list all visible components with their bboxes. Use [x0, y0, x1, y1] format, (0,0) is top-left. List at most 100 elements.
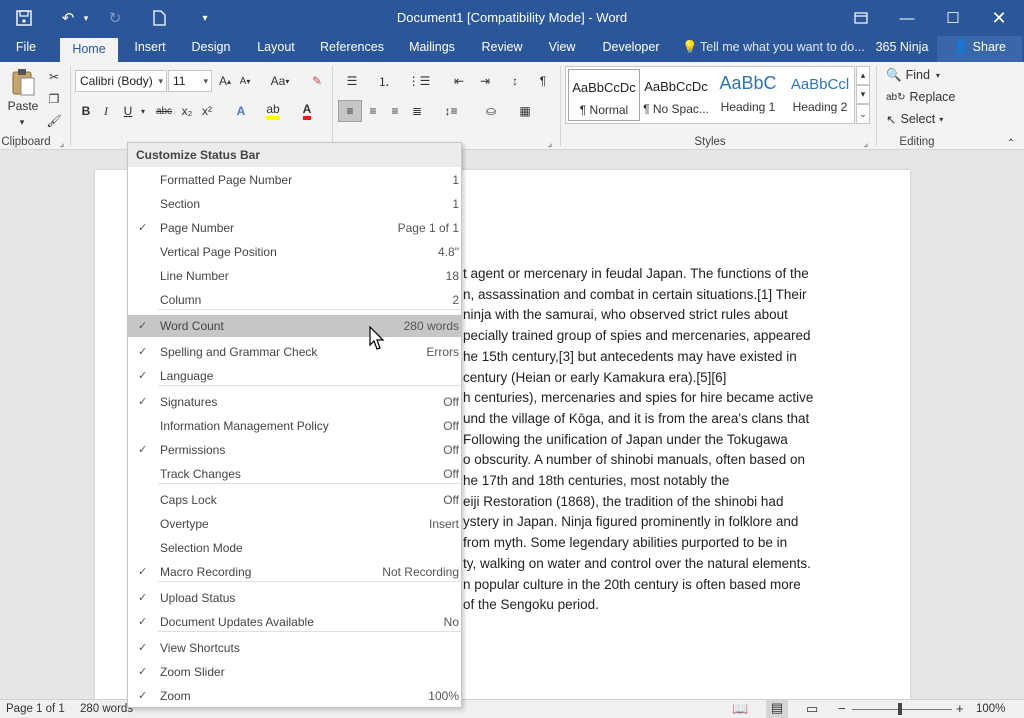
underline-button[interactable]: U	[120, 100, 136, 122]
subscript-button[interactable]: x₂	[178, 100, 196, 122]
menu-item-information-management-policy[interactable]: Information Management Policy Off	[128, 415, 461, 437]
menu-item-overtype[interactable]: Overtype Insert	[128, 513, 461, 535]
collapse-ribbon-icon[interactable]: ⌃	[1004, 136, 1018, 150]
tab-references[interactable]: References	[318, 36, 386, 62]
change-case-button[interactable]: Aa ▾	[264, 70, 296, 92]
menu-item-document-updates-available[interactable]: ✓ Document Updates Available No	[128, 611, 461, 633]
minimize-icon[interactable]: —	[884, 0, 930, 36]
tab-insert[interactable]: Insert	[126, 36, 174, 62]
tab-home[interactable]: Home	[60, 38, 118, 62]
tab-mailings[interactable]: Mailings	[402, 36, 462, 62]
justify-icon[interactable]: ≣	[406, 100, 428, 122]
document-line: century (Heian or early Kamakura era).[5…	[463, 369, 727, 385]
zoom-slider-track[interactable]	[852, 709, 952, 710]
tab-view[interactable]: View	[542, 36, 582, 62]
increase-indent-icon[interactable]: ⇥	[474, 70, 496, 92]
bold-button[interactable]: B	[78, 100, 94, 122]
borders-icon[interactable]: ▦	[512, 100, 538, 122]
print-layout-icon[interactable]: ▤	[766, 700, 788, 718]
menu-item-view-shortcuts[interactable]: ✓ View Shortcuts	[128, 637, 461, 659]
menu-item-column[interactable]: Column 2	[128, 289, 461, 311]
font-size-combo[interactable]: 11 ▾	[168, 70, 212, 92]
menu-item-signatures[interactable]: ✓ Signatures Off	[128, 391, 461, 413]
style-heading-2[interactable]: AaBbCcl Heading 2	[784, 69, 856, 121]
style-heading-1[interactable]: AaBbC Heading 1	[712, 69, 784, 121]
clear-formatting-icon[interactable]: ✎	[306, 70, 328, 92]
status-word-count[interactable]: 280 words	[80, 703, 133, 715]
grow-font-icon[interactable]: A ▴	[216, 70, 234, 92]
select-button[interactable]: ↖ Select ▾	[886, 108, 943, 130]
find-button[interactable]: 🔍 Find ▾	[886, 64, 940, 86]
zoom-percentage[interactable]: 100%	[976, 703, 1005, 715]
strikethrough-button[interactable]: abc	[152, 100, 176, 122]
styles-more-icon[interactable]: ⌄	[856, 104, 870, 124]
menu-item-spelling-and-grammar-check[interactable]: ✓ Spelling and Grammar Check Errors	[128, 341, 461, 363]
zoom-in-icon[interactable]: +	[956, 701, 964, 716]
menu-item-vertical-page-position[interactable]: Vertical Page Position 4.8"	[128, 241, 461, 263]
menu-item-section[interactable]: Section 1	[128, 193, 461, 215]
share-button[interactable]: 👤 Share	[937, 36, 1022, 62]
styles-launcher-icon[interactable]: ⌟	[860, 136, 872, 150]
font-color-icon[interactable]: A	[296, 100, 318, 122]
decrease-indent-icon[interactable]: ⇤	[448, 70, 470, 92]
paste-icon[interactable]	[6, 66, 40, 100]
italic-button[interactable]: I	[98, 100, 114, 122]
menu-item-word-count[interactable]: ✓ Word Count 280 words	[128, 315, 461, 337]
line-spacing-icon[interactable]: ↕≡	[438, 100, 464, 122]
font-name-combo[interactable]: Calibri (Body) ▾	[75, 70, 167, 92]
close-icon[interactable]: ✕	[976, 0, 1022, 36]
menu-item-formatted-page-number[interactable]: Formatted Page Number 1	[128, 169, 461, 191]
ribbon-display-options-icon[interactable]	[838, 0, 884, 36]
paste-button[interactable]: Paste	[4, 98, 42, 114]
sort-icon[interactable]: ↕	[504, 70, 526, 92]
tab-layout[interactable]: Layout	[250, 36, 302, 62]
superscript-button[interactable]: x²	[198, 100, 216, 122]
maximize-icon[interactable]: ☐	[930, 0, 976, 36]
tab-design[interactable]: Design	[186, 36, 236, 62]
show-formatting-icon[interactable]: ¶	[532, 70, 554, 92]
copy-icon[interactable]: ❐	[44, 88, 64, 110]
menu-item-zoom[interactable]: ✓ Zoom 100%	[128, 685, 461, 707]
align-left-icon[interactable]: ≡	[338, 100, 362, 122]
numbering-icon[interactable]: ⒈	[372, 70, 396, 92]
highlight-icon[interactable]: ab	[262, 100, 284, 122]
zoom-slider-thumb[interactable]	[898, 703, 902, 715]
format-painter-icon[interactable]: 🖌	[44, 110, 64, 132]
styles-scroll-down-icon[interactable]: ▾	[856, 85, 870, 104]
clipboard-launcher-icon[interactable]: ⌟	[56, 136, 68, 150]
menu-item-zoom-slider[interactable]: ✓ Zoom Slider	[128, 661, 461, 683]
shading-icon[interactable]: ⛀	[478, 100, 504, 122]
bullets-icon[interactable]: ☰	[340, 70, 364, 92]
status-page-number[interactable]: Page 1 of 1	[6, 703, 65, 715]
menu-item-language[interactable]: ✓ Language	[128, 365, 461, 387]
underline-dropdown-icon[interactable]: ▾	[138, 100, 148, 122]
multilevel-list-icon[interactable]: ⋮☰	[406, 70, 432, 92]
zoom-out-icon[interactable]: −	[838, 701, 846, 716]
align-center-icon[interactable]: ≡	[362, 100, 384, 122]
menu-item-macro-recording[interactable]: ✓ Macro Recording Not Recording	[128, 561, 461, 583]
style-normal[interactable]: AaBbCcDc ¶ Normal	[568, 69, 640, 121]
menu-item-permissions[interactable]: ✓ Permissions Off	[128, 439, 461, 461]
tell-me-search[interactable]: Tell me what you want to do...	[700, 36, 866, 62]
tab-review[interactable]: Review	[476, 36, 528, 62]
menu-item-track-changes[interactable]: Track Changes Off	[128, 463, 461, 485]
styles-scroll-up-icon[interactable]: ▴	[856, 66, 870, 85]
menu-item-selection-mode[interactable]: Selection Mode	[128, 537, 461, 559]
style-no-spacing[interactable]: AaBbCcDc ¶ No Spac...	[640, 69, 712, 121]
paragraph-launcher-icon[interactable]: ⌟	[544, 136, 556, 150]
tab-file[interactable]: File	[4, 36, 48, 62]
account-name[interactable]: 365 Ninja	[872, 36, 932, 62]
menu-item-page-number[interactable]: ✓ Page Number Page 1 of 1	[128, 217, 461, 239]
text-effects-icon[interactable]: A	[230, 100, 252, 122]
cut-icon[interactable]: ✂	[44, 66, 64, 88]
paste-dropdown-icon[interactable]: ▾	[14, 116, 30, 128]
menu-item-line-number[interactable]: Line Number 18	[128, 265, 461, 287]
tab-developer[interactable]: Developer	[596, 36, 666, 62]
menu-item-caps-lock[interactable]: Caps Lock Off	[128, 489, 461, 511]
shrink-font-icon[interactable]: A ▾	[236, 70, 254, 92]
read-mode-icon[interactable]: 📖	[732, 701, 748, 717]
menu-item-upload-status[interactable]: ✓ Upload Status	[128, 587, 461, 609]
align-right-icon[interactable]: ≡	[384, 100, 406, 122]
web-layout-icon[interactable]: ▭	[806, 701, 818, 717]
replace-button[interactable]: ab↻ Replace	[886, 86, 955, 108]
